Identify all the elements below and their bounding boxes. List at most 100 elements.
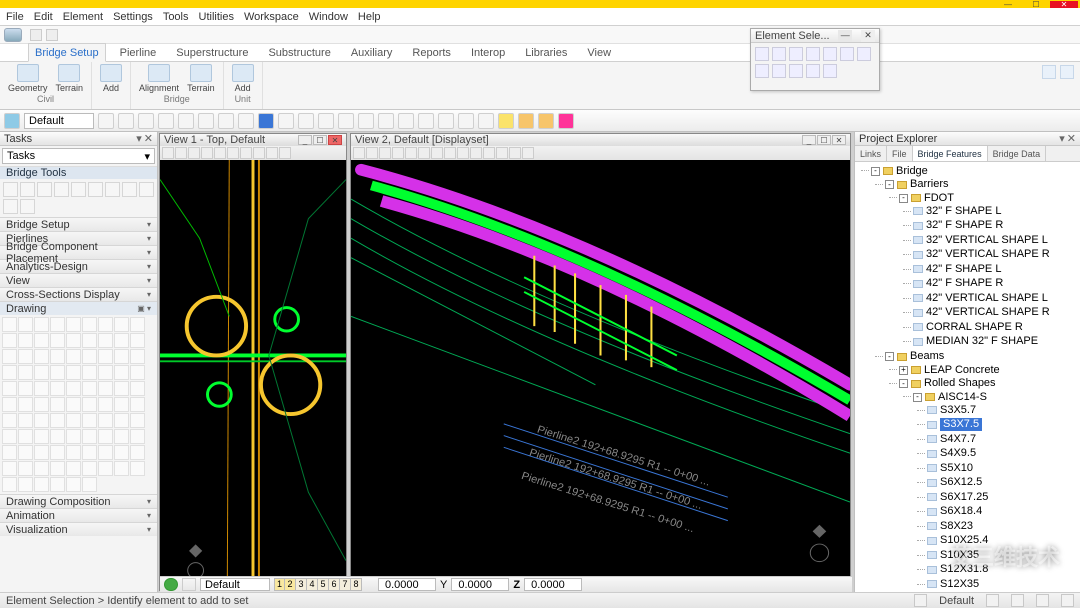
menu-workspace[interactable]: Workspace [244,11,299,23]
element-selection-dialog[interactable]: Element Sele... — ✕ [750,28,880,91]
ribbon-tab[interactable]: Substructure [262,44,336,61]
ribbon-tab[interactable]: View [581,44,617,61]
draw-tool[interactable] [66,349,81,364]
draw-tool[interactable] [18,413,33,428]
draw-tool[interactable] [130,461,145,476]
draw-tool[interactable] [130,445,145,460]
draw-tool[interactable] [50,445,65,460]
draw-tool[interactable] [130,333,145,348]
task-accordion[interactable]: View▾ [0,273,157,287]
draw-tool[interactable] [50,349,65,364]
draw-tool[interactable] [34,461,49,476]
ribbon-tab[interactable]: Pierline [114,44,163,61]
menu-file[interactable]: File [6,11,24,23]
draw-tool[interactable] [130,317,145,332]
menu-tools[interactable]: Tools [163,11,189,23]
draw-tool[interactable] [82,381,97,396]
draw-tool[interactable] [130,413,145,428]
task-accordion[interactable]: Cross-Sections Display▾ [0,287,157,301]
draw-tool[interactable] [98,445,113,460]
draw-tool[interactable] [114,445,129,460]
draw-tool[interactable] [130,429,145,444]
draw-tool[interactable] [66,317,81,332]
draw-tool[interactable] [130,397,145,412]
view-number-buttons[interactable]: 12345678 [274,578,362,591]
pe-tab[interactable]: Links [855,146,887,161]
ribbon-tab[interactable]: Reports [406,44,457,61]
menu-settings[interactable]: Settings [113,11,153,23]
draw-tool[interactable] [18,397,33,412]
level-combo[interactable]: Default [24,113,94,129]
draw-tool[interactable] [130,365,145,380]
draw-tool[interactable] [66,333,81,348]
pin-icon[interactable]: ▾ [136,132,142,145]
draw-tool[interactable] [50,381,65,396]
tool-btn[interactable] [4,113,20,129]
ribbon-button[interactable]: Add [100,64,122,93]
draw-tool[interactable] [82,397,97,412]
draw-tool[interactable] [34,429,49,444]
task-accordion[interactable]: Bridge Setup▾ [0,217,157,231]
draw-tool[interactable] [18,381,33,396]
draw-tool[interactable] [66,397,81,412]
task-accordion[interactable]: Drawing Composition▾ [0,494,157,508]
draw-tool[interactable] [50,397,65,412]
ribbon-button[interactable]: Terrain [187,64,215,93]
draw-tool[interactable] [82,445,97,460]
draw-tool[interactable] [98,397,113,412]
draw-tool[interactable] [18,429,33,444]
running-icon[interactable] [164,578,178,591]
view2-canvas[interactable]: Pierline2 192+68.9295 R1 -- 0+00 ... Pie… [351,160,850,590]
status-icon[interactable] [914,594,927,607]
menu-edit[interactable]: Edit [34,11,53,23]
draw-tool[interactable] [82,461,97,476]
view-min-icon[interactable]: _ [298,135,312,145]
task-drawing[interactable]: Drawing▣ ▾ [0,301,157,315]
task-accordion[interactable]: Visualization▾ [0,522,157,536]
draw-tool[interactable] [114,317,129,332]
draw-tool[interactable] [18,365,33,380]
pin-icon[interactable]: ▾ [1059,132,1065,145]
draw-tool[interactable] [98,429,113,444]
ribbon-help-buttons[interactable] [1042,65,1074,79]
draw-tool[interactable] [2,365,17,380]
view1-canvas[interactable] [160,160,346,590]
draw-tool[interactable] [82,413,97,428]
draw-tool[interactable] [50,333,65,348]
tasks-combo[interactable]: Tasks▾ [2,148,155,164]
panel-close-icon[interactable]: ✕ [144,132,153,145]
z-field[interactable]: 0.0000 [524,578,582,591]
draw-tool[interactable] [18,477,33,492]
draw-tool[interactable] [130,381,145,396]
view-close-icon[interactable]: ✕ [328,135,342,145]
task-accordion[interactable]: Bridge Component Placement▾ [0,245,157,259]
pe-tab[interactable]: File [887,146,913,161]
ribbon-tab[interactable]: Auxiliary [345,44,399,61]
dialog-minimize[interactable]: — [838,30,852,42]
draw-tool[interactable] [18,333,33,348]
draw-tool[interactable] [50,317,65,332]
menu-help[interactable]: Help [358,11,381,23]
draw-tool[interactable] [82,333,97,348]
ribbon-button[interactable]: Add [232,64,254,93]
draw-tool[interactable] [66,381,81,396]
ribbon-button[interactable]: Geometry [8,64,48,93]
delete-icon[interactable] [558,113,574,129]
y-field[interactable]: 0.0000 [451,578,509,591]
draw-tool[interactable] [98,381,113,396]
draw-tool[interactable] [98,461,113,476]
draw-tool[interactable] [66,413,81,428]
draw-tool[interactable] [18,349,33,364]
draw-tool[interactable] [18,445,33,460]
draw-tool[interactable] [34,477,49,492]
draw-tool[interactable] [114,333,129,348]
draw-tool[interactable] [50,461,65,476]
draw-tool[interactable] [2,445,17,460]
menu-window[interactable]: Window [309,11,348,23]
draw-tool[interactable] [34,397,49,412]
view-max-icon[interactable]: ☐ [313,135,327,145]
draw-tool[interactable] [66,445,81,460]
draw-tool[interactable] [50,365,65,380]
draw-tool[interactable] [66,461,81,476]
draw-tool[interactable] [18,317,33,332]
